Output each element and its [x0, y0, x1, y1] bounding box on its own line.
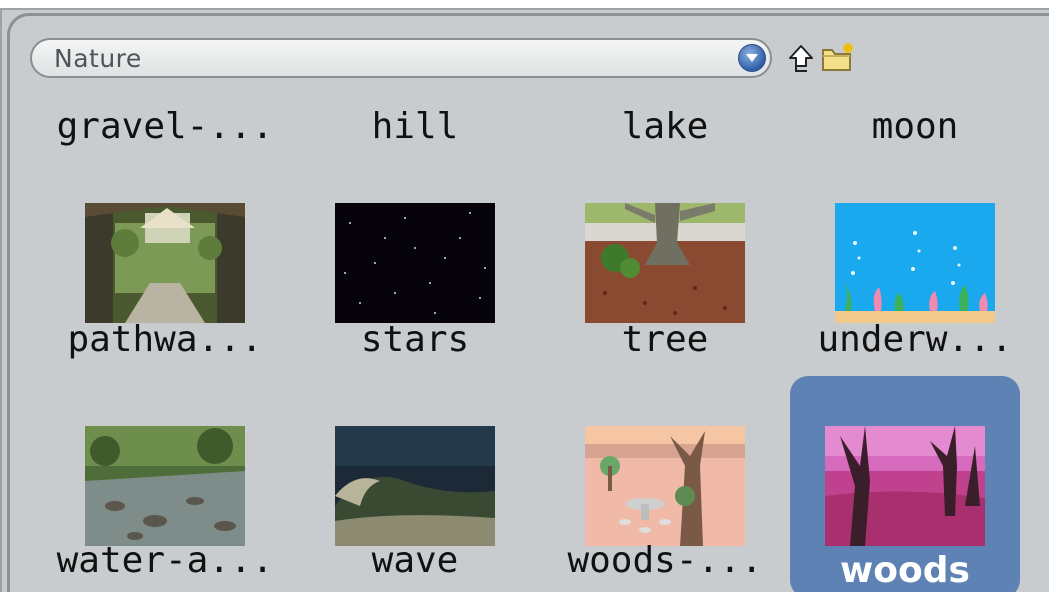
- item-label: underw...: [817, 319, 1013, 360]
- item-label: woods: [840, 550, 970, 591]
- item-label: hill: [371, 106, 459, 147]
- item-label: woods-...: [567, 540, 763, 581]
- underwater-thumbnail: [835, 203, 995, 323]
- toolbar: Nature: [30, 34, 930, 82]
- item-label: lake: [621, 106, 709, 147]
- item-label: tree: [621, 319, 709, 360]
- woods-and-bench-thumbnail: [585, 426, 745, 546]
- wave-thumbnail: [335, 426, 495, 546]
- folder-dropdown[interactable]: Nature: [30, 38, 772, 78]
- item-label: gravel-...: [56, 106, 274, 147]
- pathway-thumbnail: [85, 203, 245, 323]
- costume-item-hill[interactable]: hill: [305, 106, 525, 156]
- new-folder-icon[interactable]: [820, 42, 856, 74]
- costume-item-pathway[interactable]: pathwa...: [55, 191, 275, 391]
- chevron-down-icon[interactable]: [738, 44, 766, 72]
- item-label: moon: [871, 106, 959, 147]
- item-label: pathwa...: [67, 319, 263, 360]
- costume-item-stars[interactable]: stars: [305, 191, 525, 391]
- item-label: water-a...: [56, 540, 274, 581]
- costume-item-woods[interactable]: woods: [790, 376, 1020, 592]
- costume-item-wave[interactable]: wave: [305, 388, 525, 588]
- stars-thumbnail: [335, 203, 495, 323]
- folder-dropdown-label: Nature: [54, 44, 142, 73]
- tree-thumbnail: [585, 203, 745, 323]
- costume-item-woods-and-bench[interactable]: woods-...: [555, 388, 775, 588]
- costume-item-moon[interactable]: moon: [805, 106, 1025, 156]
- water-and-rocks-thumbnail: [85, 426, 245, 546]
- costume-item-lake[interactable]: lake: [555, 106, 775, 156]
- file-browser-panel: Nature gravel-... hill lake moon pathwa.…: [7, 13, 1049, 592]
- sprite-library-window: Nature gravel-... hill lake moon pathwa.…: [0, 8, 1049, 592]
- item-label: wave: [371, 540, 459, 581]
- costume-item-gravel[interactable]: gravel-...: [55, 106, 275, 156]
- costume-item-water-and-rocks[interactable]: water-a...: [55, 388, 275, 588]
- woods-thumbnail: [825, 426, 985, 546]
- up-folder-icon[interactable]: [788, 44, 814, 74]
- costume-item-underwater[interactable]: underw...: [805, 191, 1025, 391]
- item-label: stars: [360, 319, 470, 360]
- costume-item-tree[interactable]: tree: [555, 191, 775, 391]
